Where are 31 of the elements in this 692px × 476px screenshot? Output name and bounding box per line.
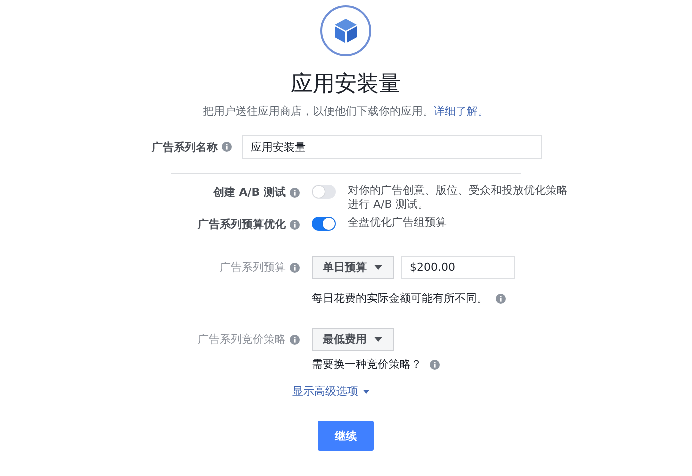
info-icon[interactable] — [290, 220, 300, 230]
cube-icon — [320, 5, 372, 57]
campaign-name-field[interactable]: 应用安装量 — [242, 135, 542, 159]
advanced-options-link[interactable]: 显示高级选项 — [292, 384, 358, 399]
bid-strategy-dropdown[interactable]: 最低费用 — [312, 328, 394, 351]
info-icon[interactable] — [496, 294, 506, 304]
info-icon[interactable] — [290, 188, 300, 198]
info-icon[interactable] — [290, 334, 300, 344]
page-subtitle: 把用户送往应用商店，以便他们下载你的应用。 — [203, 105, 434, 118]
info-icon[interactable] — [290, 262, 300, 272]
budget-note: 每日花费的实际金额可能有所不同。 — [312, 291, 488, 306]
toggle-description: 对你的广告创意、版位、受众和投放优化策略进行 A/B 测试。 — [348, 184, 569, 212]
field-label: 广告系列预算优化 — [198, 217, 286, 232]
caret-icon — [374, 337, 383, 342]
caret-icon — [374, 265, 383, 270]
toggle-switch[interactable] — [312, 217, 336, 231]
bid-note: 需要换一种竞价策略？ — [312, 357, 422, 372]
budget-type-dropdown[interactable]: 单日预算 — [312, 256, 394, 279]
field-label: 广告系列预算 — [220, 260, 286, 275]
info-icon[interactable] — [430, 360, 440, 370]
field-label: 广告系列竞价策略 — [198, 332, 286, 347]
toggle-description: 全盘优化广告组预算 — [348, 216, 448, 230]
budget-amount-field[interactable]: $200.00 — [401, 256, 515, 279]
field-label: 广告系列名称 — [152, 140, 218, 154]
info-icon[interactable] — [222, 142, 232, 152]
page-title: 应用安装量 — [291, 71, 401, 99]
caret-icon — [362, 390, 370, 394]
learn-more-link[interactable]: 详细了解。 — [434, 105, 489, 118]
toggle-switch[interactable] — [312, 185, 336, 199]
field-label: 创建 A/B 测试 — [213, 185, 286, 200]
continue-button[interactable]: 继续 — [318, 421, 374, 451]
